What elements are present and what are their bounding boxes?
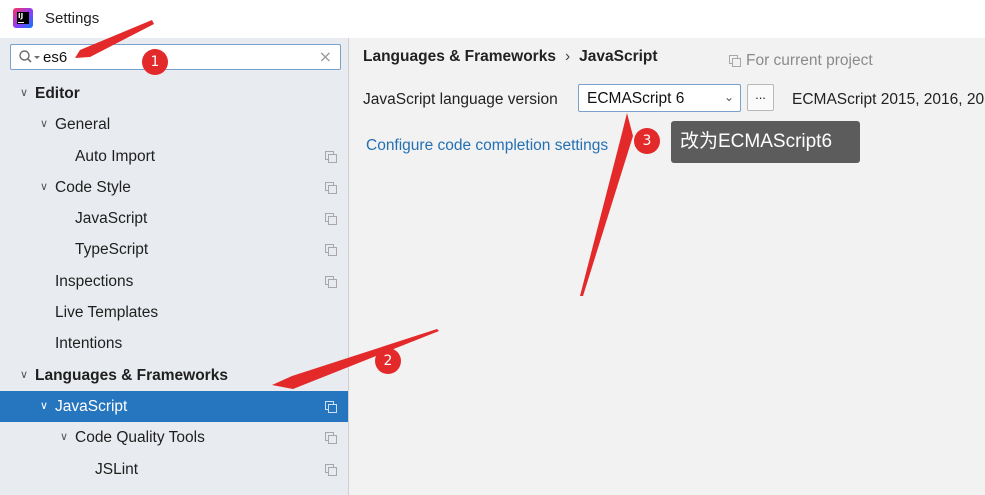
settings-search-box[interactable]: × — [10, 44, 341, 70]
breadcrumb: Languages & Frameworks › JavaScript — [363, 48, 658, 66]
project-scope-icon — [325, 275, 337, 288]
chevron-down-icon[interactable]: ∨ — [37, 172, 51, 203]
tree-item-label: Inspections — [55, 272, 134, 290]
project-scope-icon — [325, 213, 337, 226]
chevron-down-icon[interactable]: ∨ — [37, 391, 51, 422]
settings-tree: ∨ Editor ∨ General Auto Import ∨ Code Style Jav… — [0, 78, 348, 485]
chevron-down-icon[interactable]: ∨ — [17, 360, 31, 391]
tree-item[interactable]: Auto Import — [0, 141, 348, 172]
project-scope-icon — [325, 463, 337, 476]
search-icon[interactable] — [18, 49, 42, 65]
project-scope-label: For current project — [746, 52, 873, 69]
language-version-select[interactable]: ECMAScript 6 ⌄ — [578, 84, 741, 112]
tree-item[interactable]: Live Templates — [0, 297, 348, 328]
tree-item-label: Languages & Frameworks — [35, 366, 228, 384]
project-scope-icon — [325, 400, 337, 413]
tree-item[interactable]: Inspections — [0, 266, 348, 297]
title-bar: IJ Settings — [0, 0, 985, 38]
project-scope-icon — [325, 244, 337, 257]
settings-content-panel: Languages & Frameworks › JavaScript For cu… — [349, 38, 985, 495]
tree-item[interactable]: ∨ JavaScript — [0, 390, 348, 423]
tree-item-label: Intentions — [55, 335, 123, 353]
tree-item[interactable]: JavaScript — [0, 203, 348, 234]
tree-item-label: Code Style — [55, 178, 131, 196]
window-title: Settings — [45, 10, 100, 27]
step-badge-1: 1 — [142, 49, 168, 75]
configure-code-completion-link[interactable]: Configure code completion settings — [366, 137, 608, 155]
tree-item-label: JavaScript — [75, 210, 148, 228]
project-scope-icon — [325, 432, 337, 445]
tree-item[interactable]: JSLint — [0, 454, 348, 485]
chevron-down-icon[interactable]: ∨ — [17, 78, 31, 109]
project-scope-icon — [729, 55, 741, 67]
chevron-down-icon[interactable]: ∨ — [37, 109, 51, 140]
language-version-label: JavaScript language version — [363, 91, 558, 108]
tree-item[interactable]: TypeScript — [0, 234, 348, 265]
tree-item[interactable]: ∨ General — [0, 109, 348, 140]
chevron-down-icon: ⌄ — [723, 90, 734, 104]
tree-item-label: Code Quality Tools — [75, 429, 205, 447]
breadcrumb-current: JavaScript — [579, 48, 658, 65]
project-scope-indicator: For current project — [729, 52, 873, 70]
settings-sidebar: × ∨Editor∨GeneralAuto Import∨Code StyleJ… — [0, 38, 349, 495]
tree-item-label: JSLint — [95, 460, 139, 478]
tree-item[interactable]: ∨ Languages & Frameworks — [0, 360, 348, 391]
breadcrumb-separator: › — [564, 48, 571, 65]
tree-item-label: Auto Import — [75, 147, 156, 165]
tree-item[interactable]: Intentions — [0, 328, 348, 359]
project-scope-icon — [325, 150, 337, 163]
intellij-app-icon: IJ — [13, 8, 33, 28]
clear-search-icon[interactable]: × — [319, 47, 332, 66]
language-version-value: ECMAScript 6 — [587, 90, 685, 107]
tree-item-label: TypeScript — [75, 241, 149, 259]
tree-item-label: Live Templates — [55, 304, 159, 322]
language-version-description: ECMAScript 2015, 2016, 20 — [792, 91, 985, 108]
project-scope-icon — [325, 181, 337, 194]
tree-item[interactable]: ∨ Code Style — [0, 172, 348, 203]
chevron-down-icon[interactable]: ∨ — [57, 422, 71, 453]
tree-item-label: Editor — [35, 85, 80, 102]
tree-item-label: General — [55, 116, 111, 134]
language-version-more-button[interactable]: ... — [747, 84, 774, 111]
tree-item[interactable]: ∨ Editor — [0, 78, 348, 109]
breadcrumb-parent: Languages & Frameworks — [363, 48, 556, 65]
step-badge-3: 3 — [634, 128, 660, 154]
tree-item[interactable]: ∨ Code Quality Tools — [0, 422, 348, 453]
step-badge-2: 2 — [375, 348, 401, 374]
tree-item-label: JavaScript — [55, 397, 128, 415]
annotation-tooltip: 改为ECMAScript6 — [671, 121, 860, 163]
search-input[interactable] — [43, 48, 303, 66]
